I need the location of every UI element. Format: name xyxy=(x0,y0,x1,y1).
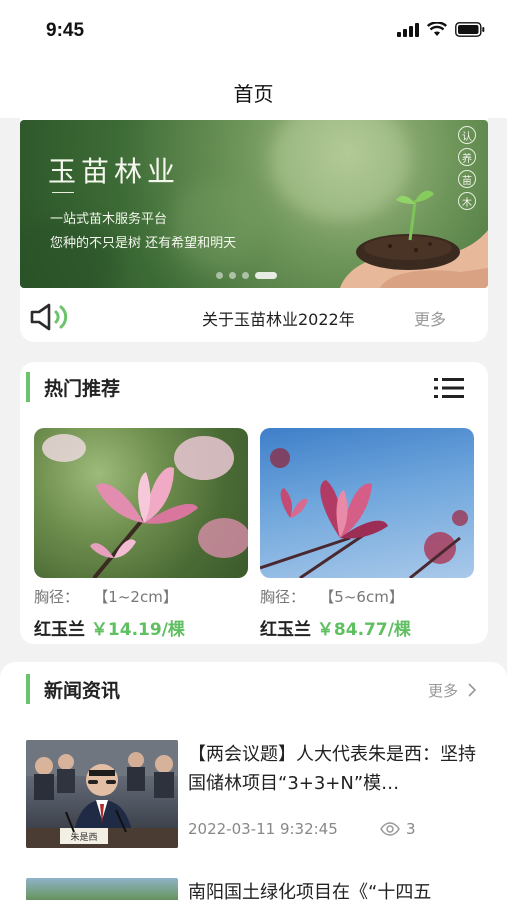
news-more-link[interactable]: 更多 xyxy=(428,680,477,701)
nav-bar: 首页 xyxy=(0,62,507,118)
section-accent-bar xyxy=(26,674,30,704)
news-more-label: 更多 xyxy=(428,682,459,700)
status-icons xyxy=(397,22,485,37)
product-card[interactable]: 胸径： 【5~6cm】 红玉兰 ￥84.77/棵 xyxy=(260,428,474,640)
product-price: ￥84.77/棵 xyxy=(316,620,411,640)
signal-icon xyxy=(397,22,419,37)
banner-tagline: 您种的不只是树 还有希望和明天 xyxy=(50,236,237,251)
news-item[interactable]: 朱是西 【两会议题】人大代表朱是西：坚持国储林项目“3+3+N”模… 2022-… xyxy=(26,740,486,848)
product-name-price: 红玉兰 ￥84.77/棵 xyxy=(260,615,474,640)
product-price: ￥14.19/棵 xyxy=(90,620,185,640)
battery-icon xyxy=(455,22,485,37)
news-headline[interactable]: 【两会议题】人大代表朱是西：坚持国储林项目“3+3+N”模… xyxy=(188,740,478,798)
news-item[interactable]: 南阳国土绿化项目在《“十四五 xyxy=(26,878,486,900)
notice-more-link[interactable]: 更多 xyxy=(414,306,446,330)
magnolia-flower-image xyxy=(42,434,248,578)
magnolia-flower-image xyxy=(260,448,468,578)
carousel-indicator xyxy=(216,272,277,279)
list-view-icon[interactable] xyxy=(434,376,464,400)
news-section: 新闻资讯 更多 朱是西 【两会议题】人大代表朱是西：坚持国储林项目“3+3+N”… xyxy=(0,662,507,900)
banner-vertical-char: 认 xyxy=(458,126,476,144)
news-headline[interactable]: 南阳国土绿化项目在《“十四五 xyxy=(188,878,478,900)
section-title: 热门推荐 xyxy=(44,378,121,400)
product-spec: 胸径： 【1~2cm】 xyxy=(34,588,178,606)
nameplate-text: 朱是西 xyxy=(70,833,98,843)
carousel-dot-active[interactable] xyxy=(255,272,277,279)
carousel-dot[interactable] xyxy=(242,272,249,279)
chevron-right-icon xyxy=(468,683,476,697)
page-title: 首页 xyxy=(233,82,274,106)
banner-vertical-char: 木 xyxy=(458,192,476,210)
product-name: 红玉兰 xyxy=(260,620,311,640)
banner-subtitle: 一站式苗木服务平台 xyxy=(50,212,168,227)
product-image[interactable] xyxy=(260,428,474,578)
banner-card: 玉苗林业 一站式苗木服务平台 您种的不只是树 还有希望和明天 认 养 苗 木 关… xyxy=(20,118,488,342)
section-title: 新闻资讯 xyxy=(44,680,121,702)
news-thumbnail[interactable]: 朱是西 xyxy=(26,740,178,848)
banner-title: 玉苗林业 xyxy=(48,155,181,188)
section-accent-bar xyxy=(26,372,30,402)
banner-vertical-text: 认 养 苗 木 xyxy=(458,126,476,210)
banner-bokeh xyxy=(170,180,260,270)
status-bar: 9:45 xyxy=(0,0,507,62)
news-date: 2022-03-11 9:32:45 xyxy=(188,820,338,838)
news-views: 3 xyxy=(380,820,416,838)
speaker-icon xyxy=(30,303,68,331)
carousel-dot[interactable] xyxy=(229,272,236,279)
banner-bokeh xyxy=(20,220,120,288)
wifi-icon xyxy=(427,22,447,36)
banner-vertical-char: 养 xyxy=(458,148,476,166)
news-view-count: 3 xyxy=(406,820,416,838)
carousel-dot[interactable] xyxy=(216,272,223,279)
banner-carousel[interactable]: 玉苗林业 一站式苗木服务平台 您种的不只是树 还有希望和明天 认 养 苗 木 xyxy=(20,120,488,288)
notice-bar[interactable]: 关于玉苗林业2022年 更多 xyxy=(20,290,488,342)
product-card[interactable]: 胸径： 【1~2cm】 红玉兰 ￥14.19/棵 xyxy=(34,428,248,640)
product-image[interactable] xyxy=(34,428,248,578)
eye-icon xyxy=(380,822,400,836)
notice-text[interactable]: 关于玉苗林业2022年 xyxy=(202,306,355,330)
product-name: 红玉兰 xyxy=(34,620,85,640)
product-spec: 胸径： 【5~6cm】 xyxy=(260,588,404,606)
banner-vertical-char: 苗 xyxy=(458,170,476,188)
status-time: 9:45 xyxy=(46,20,85,41)
product-name-price: 红玉兰 ￥14.19/棵 xyxy=(34,615,248,640)
banner-divider xyxy=(52,192,74,193)
hot-recommendations-section: 热门推荐 胸径： 【1~2cm】 红玉兰 ￥14.19/棵 胸径： 【5~6cm… xyxy=(20,362,488,644)
news-thumbnail[interactable] xyxy=(26,878,178,900)
